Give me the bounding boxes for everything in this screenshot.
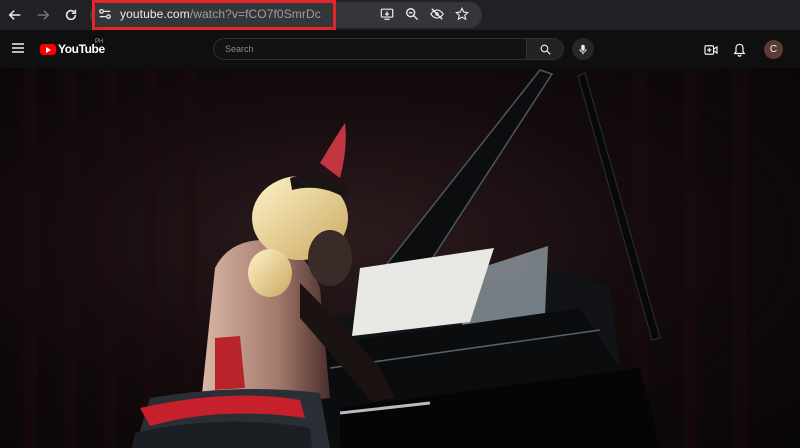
bell-icon [732, 43, 746, 57]
youtube-play-icon [40, 43, 56, 55]
video-frame [0, 68, 800, 448]
region-code: PH [95, 39, 104, 45]
search-button[interactable] [527, 38, 564, 60]
notifications-button[interactable] [731, 42, 747, 58]
search-input[interactable] [223, 43, 517, 55]
bookmark-button[interactable] [454, 6, 470, 22]
arrow-left-icon [8, 10, 21, 20]
reload-button[interactable] [60, 4, 82, 26]
create-button[interactable] [703, 42, 719, 58]
url-path: /watch?v=fCO7f0SmrDc [189, 7, 321, 21]
menu-icon[interactable] [11, 41, 25, 55]
search-icon [540, 44, 551, 55]
search-box[interactable] [213, 38, 527, 60]
install-icon [380, 8, 394, 20]
zoom-icon [406, 8, 419, 21]
site-settings-icon[interactable] [98, 7, 112, 21]
youtube-logo[interactable]: YouTube PH [40, 39, 105, 56]
arrow-right-icon [37, 10, 50, 20]
zoom-button[interactable] [404, 6, 420, 22]
reload-icon [65, 9, 77, 21]
tracking-protection-button[interactable] [429, 6, 445, 22]
install-app-button[interactable] [379, 6, 395, 22]
avatar[interactable]: C [764, 40, 783, 59]
avatar-initial: C [769, 44, 778, 55]
url-text[interactable]: youtube.com/watch?v=fCO7f0SmrDc [120, 7, 321, 21]
url-domain: youtube.com [120, 7, 190, 21]
voice-search-button[interactable] [572, 38, 594, 60]
forward-button[interactable] [32, 4, 54, 26]
eye-off-icon [430, 8, 444, 20]
browser-toolbar: youtube.com/watch?v=fCO7f0SmrDc [0, 0, 800, 30]
star-icon [455, 7, 469, 21]
microphone-icon [579, 44, 587, 54]
video-player[interactable] [0, 68, 800, 448]
create-video-icon [704, 45, 718, 55]
back-button[interactable] [4, 4, 26, 26]
youtube-masthead: YouTube PH C [0, 30, 800, 68]
